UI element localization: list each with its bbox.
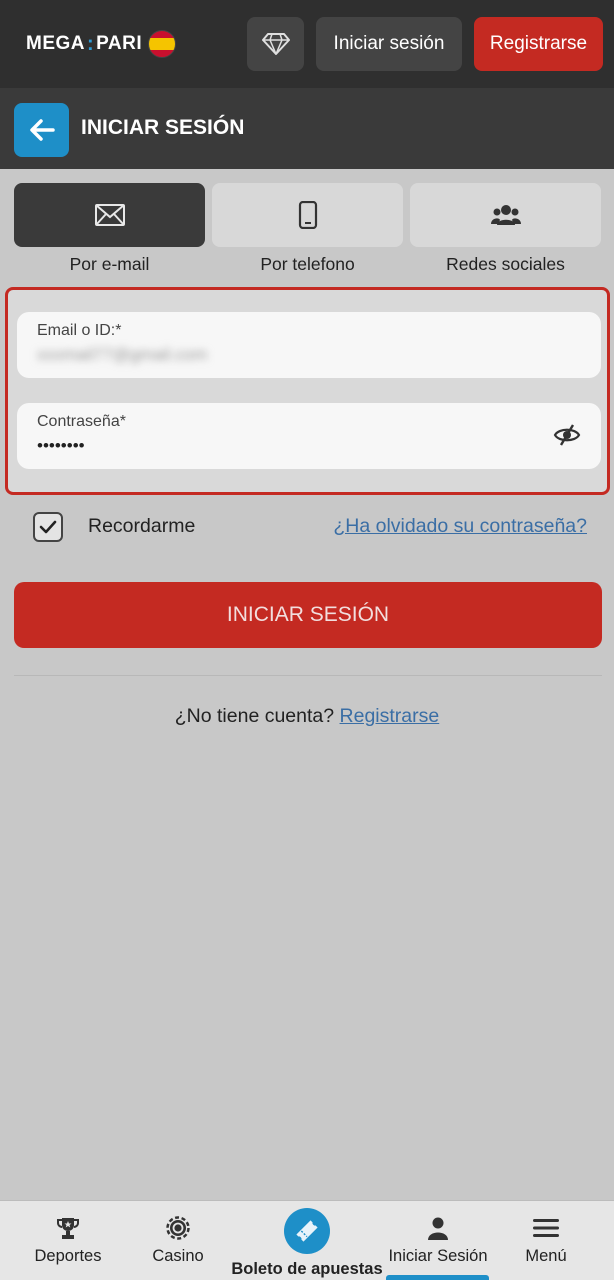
remember-label[interactable]: Recordarme	[88, 515, 195, 538]
logo-text-left: MEGA	[26, 33, 85, 54]
nav-deportes-label: Deportes	[34, 1247, 102, 1265]
bottom-navigation: Deportes Casino Boleto de apuestas Inici…	[0, 1200, 614, 1280]
nav-menu-label: Menú	[525, 1247, 567, 1265]
user-icon	[428, 1217, 448, 1240]
nav-login-label: Iniciar Sesión	[388, 1247, 488, 1265]
hamburger-icon	[533, 1219, 559, 1237]
users-icon	[490, 205, 521, 225]
envelope-icon	[94, 204, 125, 226]
nav-deportes[interactable]: Deportes	[18, 1201, 118, 1280]
tab-social[interactable]	[410, 183, 601, 247]
nav-menu[interactable]: Menú	[496, 1201, 596, 1280]
tab-phone[interactable]	[212, 183, 403, 247]
email-field[interactable]: Email o ID:* xxxmail77@gmail.com	[17, 312, 601, 378]
nav-casino-label: Casino	[152, 1247, 204, 1265]
tab-social-label[interactable]: Redes sociales	[410, 254, 601, 275]
password-field-value[interactable]: ••••••••	[37, 436, 85, 456]
back-button[interactable]	[14, 103, 69, 157]
logo-separator: :	[87, 32, 95, 55]
no-account-text: ¿No tiene cuenta?	[174, 705, 335, 727]
active-tab-indicator	[386, 1275, 489, 1280]
password-field-label: Contraseña*	[37, 413, 126, 430]
register-link[interactable]: Registrarse	[340, 705, 440, 727]
diamond-icon	[261, 33, 290, 55]
betslip-circle	[284, 1208, 330, 1254]
arrow-left-icon	[29, 119, 55, 141]
tab-phone-label[interactable]: Por telefono	[212, 254, 403, 275]
page-title: INICIAR SESIÓN	[81, 116, 245, 139]
tab-email-label[interactable]: Por e-mail	[14, 254, 205, 275]
checkmark-icon	[39, 520, 57, 534]
phone-icon	[298, 201, 317, 229]
nav-login[interactable]: Iniciar Sesión	[383, 1201, 493, 1280]
header-login-button[interactable]: Iniciar sesión	[316, 17, 462, 71]
page-title-bar: INICIAR SESIÓN	[0, 88, 614, 169]
divider	[14, 675, 602, 676]
tab-email[interactable]	[14, 183, 205, 247]
logo-text-right: PARI	[96, 33, 143, 54]
remember-checkbox[interactable]	[33, 512, 63, 542]
spain-flag-icon	[148, 30, 177, 58]
chip-icon	[166, 1216, 190, 1240]
login-form: Email o ID:* xxxmail77@gmail.com Contras…	[5, 287, 610, 495]
nav-betslip-label: Boleto de apuestas	[231, 1260, 383, 1278]
trophy-icon	[57, 1218, 79, 1239]
email-field-label: Email o ID:*	[37, 322, 122, 339]
email-field-value[interactable]: xxxmail77@gmail.com	[37, 345, 207, 365]
nav-betslip[interactable]: Boleto de apuestas	[227, 1201, 387, 1280]
vip-diamond-button[interactable]	[247, 17, 304, 71]
password-field[interactable]: Contraseña* ••••••••	[17, 403, 601, 469]
eye-slash-icon	[553, 424, 581, 446]
header-register-button[interactable]: Registrarse	[474, 17, 603, 71]
forgot-password-link[interactable]: ¿Ha olvidado su contraseña?	[333, 515, 587, 538]
ticket-icon	[296, 1220, 318, 1242]
top-header: MEGA : PARI Iniciar sesión Registrarse	[0, 0, 614, 88]
login-submit-button[interactable]: INICIAR SESIÓN	[14, 582, 602, 648]
nav-casino[interactable]: Casino	[128, 1201, 228, 1280]
no-account-row: ¿No tiene cuenta? Registrarse	[0, 705, 614, 728]
toggle-password-visibility[interactable]	[553, 423, 581, 447]
megapari-logo[interactable]: MEGA : PARI	[26, 30, 177, 58]
